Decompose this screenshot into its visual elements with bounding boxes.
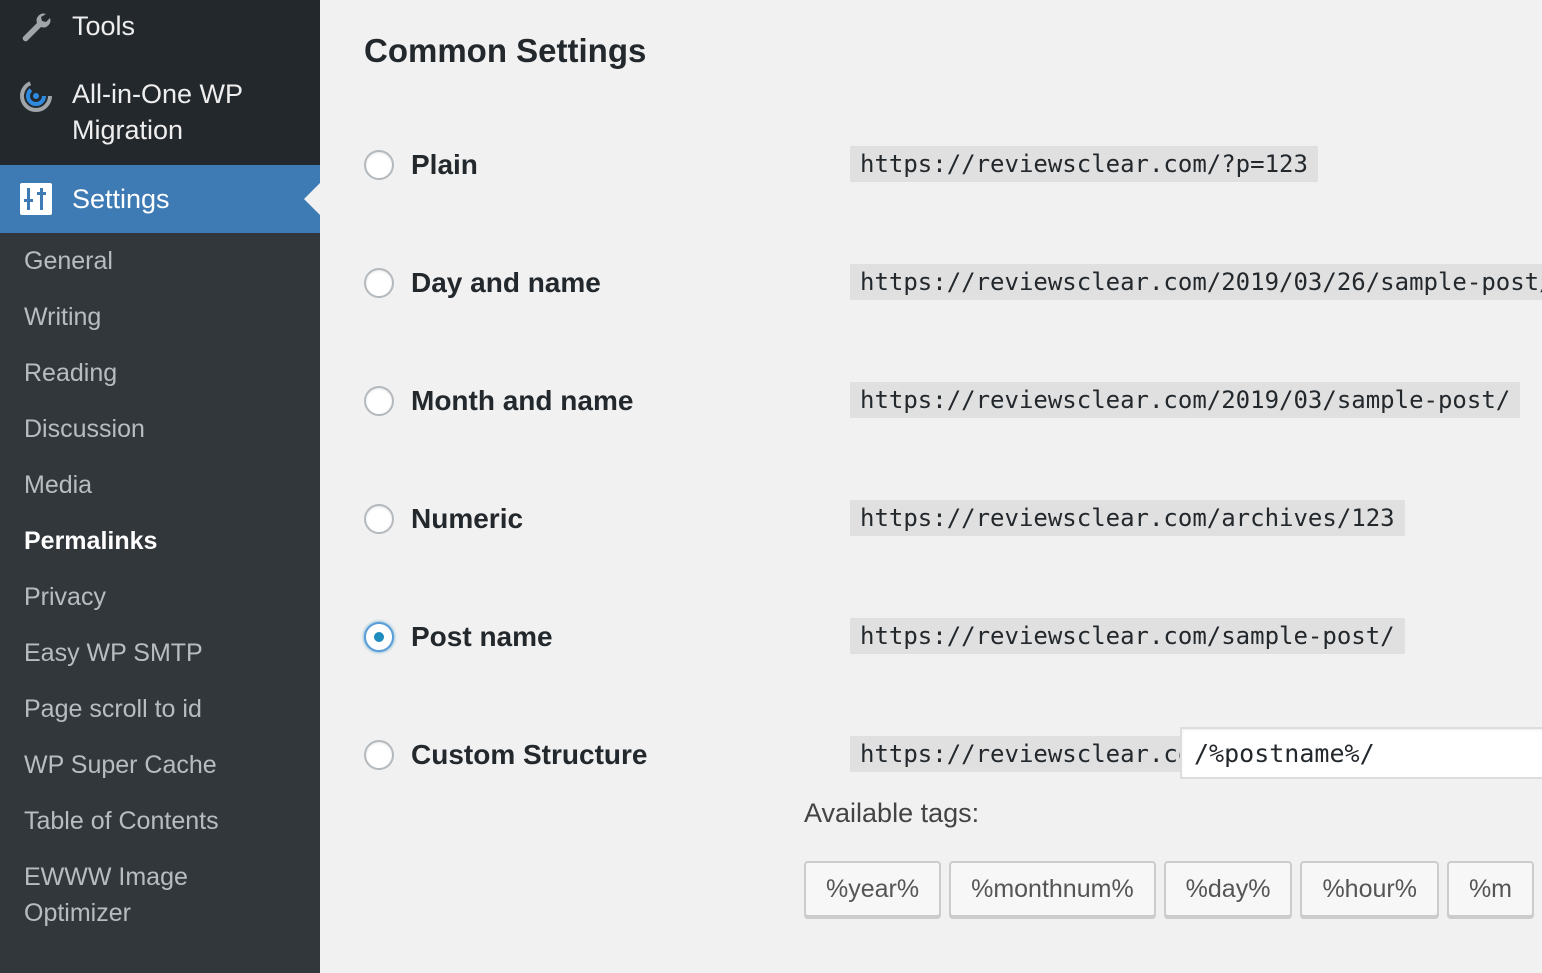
radio-day-and-name[interactable] (364, 268, 394, 298)
url-prefix-custom-structure: https://reviewsclear.com (850, 736, 1217, 772)
tag-button-monthnum[interactable]: %monthnum% (949, 861, 1156, 917)
current-menu-arrow (304, 183, 320, 215)
option-label-numeric[interactable]: Numeric (411, 500, 523, 538)
radio-custom-structure[interactable] (364, 740, 394, 770)
option-label-month-and-name[interactable]: Month and name (411, 382, 633, 420)
tag-button-minute[interactable]: %m (1446, 861, 1534, 917)
submenu-item-page-scroll-to-id[interactable]: Page scroll to id (0, 681, 320, 737)
submenu-item-general[interactable]: General (0, 233, 320, 289)
radio-month-and-name[interactable] (364, 386, 394, 416)
submenu-item-ewww-image-optimizer[interactable]: EWWW Image Optimizer (0, 849, 260, 933)
menu-label-all-in-one-wp-migration: All-in-One WP Migration (72, 79, 243, 145)
settings-sliders-icon (20, 183, 52, 215)
url-example-post-name: https://reviewsclear.com/sample-post/ (850, 618, 1405, 654)
settings-submenu: General Writing Reading Discussion Media… (0, 233, 320, 933)
submenu-item-media[interactable]: Media (0, 457, 320, 513)
menu-item-all-in-one-wp-migration[interactable]: All-in-One WP Migration (0, 60, 320, 165)
url-example-day-and-name: https://reviewsclear.com/2019/03/26/samp… (850, 264, 1542, 300)
url-example-plain: https://reviewsclear.com/?p=123 (850, 146, 1318, 182)
option-label-day-and-name[interactable]: Day and name (411, 264, 601, 302)
radio-plain[interactable] (364, 150, 394, 180)
submenu-item-easy-wp-smtp[interactable]: Easy WP SMTP (0, 625, 320, 681)
menu-label-tools: Tools (72, 11, 136, 41)
main-content: Common Settings Plain https://reviewscle… (320, 0, 1542, 973)
option-row-month-and-name[interactable]: Month and name https://reviewsclear.com/… (364, 382, 1542, 432)
option-label-custom-structure[interactable]: Custom Structure (411, 736, 647, 774)
submenu-item-privacy[interactable]: Privacy (0, 569, 320, 625)
radio-numeric[interactable] (364, 504, 394, 534)
submenu-item-permalinks[interactable]: Permalinks (0, 513, 320, 569)
option-row-post-name[interactable]: Post name https://reviewsclear.com/sampl… (364, 618, 1542, 668)
submenu-item-discussion[interactable]: Discussion (0, 401, 320, 457)
tag-button-year[interactable]: %year% (804, 861, 942, 917)
migration-icon (20, 80, 52, 112)
url-example-month-and-name: https://reviewsclear.com/2019/03/sample-… (850, 382, 1521, 418)
wrench-icon (22, 13, 51, 42)
option-label-plain[interactable]: Plain (411, 146, 478, 184)
menu-item-settings[interactable]: Settings (0, 165, 320, 233)
tag-button-day[interactable]: %day% (1163, 861, 1293, 917)
submenu-item-table-of-contents[interactable]: Table of Contents (0, 793, 320, 849)
available-tags-list: %year% %monthnum% %day% %hour% %m (804, 861, 1542, 919)
url-example-numeric: https://reviewsclear.com/archives/123 (850, 500, 1405, 536)
section-title: Common Settings (364, 32, 647, 69)
tag-button-hour[interactable]: %hour% (1300, 861, 1439, 917)
option-label-post-name[interactable]: Post name (411, 618, 553, 656)
option-row-day-and-name[interactable]: Day and name https://reviewsclear.com/20… (364, 264, 1542, 314)
custom-structure-input[interactable] (1180, 727, 1542, 779)
submenu-item-wp-super-cache[interactable]: WP Super Cache (0, 737, 320, 793)
option-row-numeric[interactable]: Numeric https://reviewsclear.com/archive… (364, 500, 1542, 550)
radio-post-name[interactable] (364, 622, 394, 652)
menu-item-tools[interactable]: Tools (0, 0, 320, 60)
submenu-item-reading[interactable]: Reading (0, 345, 320, 401)
option-row-plain[interactable]: Plain https://reviewsclear.com/?p=123 (364, 146, 1542, 196)
available-tags-label: Available tags: (804, 798, 980, 828)
admin-sidebar: Tools All-in-One WP Migration Settings G… (0, 0, 320, 973)
menu-label-settings: Settings (72, 184, 170, 214)
submenu-item-writing[interactable]: Writing (0, 289, 320, 345)
